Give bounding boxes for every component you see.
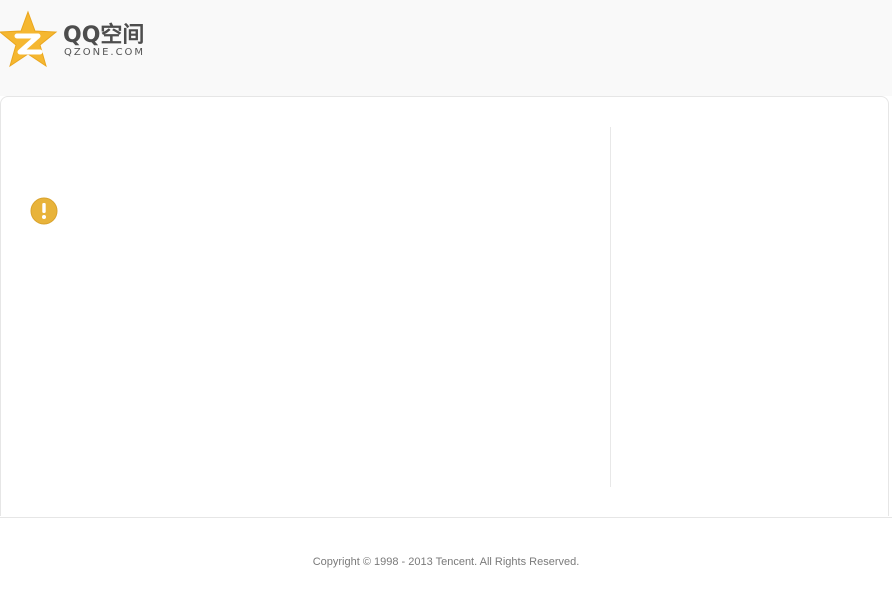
qzone-star-icon — [0, 10, 58, 68]
column-divider — [610, 127, 611, 487]
qzone-logo[interactable]: QQ空间 QZONE.COM — [0, 10, 160, 70]
logo-subtitle: QZONE.COM — [64, 47, 146, 58]
page: QQ空间 QZONE.COM Copyright © 1998 - 2013 T… — [0, 0, 892, 602]
main-content-panel — [0, 96, 889, 516]
logo-title: QQ空间 — [63, 23, 145, 48]
warning-icon — [30, 197, 58, 225]
header: QQ空间 QZONE.COM — [0, 0, 892, 96]
copyright-text: Copyright © 1998 - 2013 Tencent. All Rig… — [312, 556, 580, 568]
